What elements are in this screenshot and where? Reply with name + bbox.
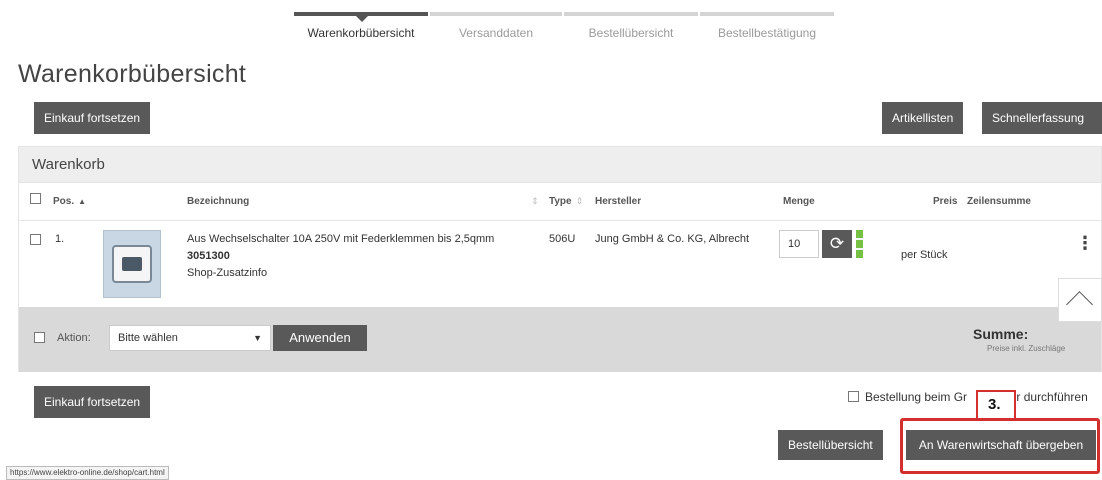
sum-note: Preise inkl. Zuschläge (987, 344, 1066, 353)
col-line-total: Zeilensumme (967, 196, 1031, 207)
order-checkbox[interactable] (848, 391, 859, 402)
action-select[interactable]: Bitte wählen ▼ (109, 325, 271, 351)
action-select-value: Bitte wählen (118, 332, 178, 344)
refresh-icon[interactable]: ⟳ (822, 230, 852, 258)
row-pos: 1. (55, 233, 65, 245)
more-icon[interactable]: ⋮ (1076, 234, 1094, 252)
step-label: Bestellübersicht (588, 26, 674, 40)
highlight-frame (900, 418, 1100, 474)
product-image[interactable] (103, 230, 161, 298)
col-quantity: Menge (783, 196, 815, 207)
step-label: Bestellbestätigung (717, 26, 817, 40)
select-all-checkbox[interactable] (30, 193, 41, 204)
product-type: 506U (549, 233, 576, 245)
order-checkbox-row: Bestellung beim Gr ler durchführen (848, 390, 1088, 404)
cart-title: Warenkorb (19, 147, 1101, 183)
step-shipping[interactable]: Versanddaten (430, 12, 562, 46)
apply-button[interactable]: Anwenden (273, 325, 367, 351)
product-designation[interactable]: Aus Wechselschalter 10A 250V mit Federkl… (187, 233, 494, 245)
sum-label: Summe: (973, 326, 1029, 342)
chevron-down-icon: ▼ (253, 333, 262, 343)
action-label: Aktion: (57, 332, 91, 344)
step-cart-overview[interactable]: Warenkorbübersicht (294, 12, 428, 46)
quick-entry-button[interactable]: Schnellerfassung (982, 102, 1102, 134)
col-manufacturer[interactable]: Hersteller (595, 196, 641, 207)
action-checkbox[interactable] (34, 332, 45, 343)
table-row: 1. Aus Wechselschalter 10A 250V mit Fede… (19, 222, 1101, 307)
step-order-overview[interactable]: Bestellübersicht (564, 12, 698, 46)
scroll-top-button[interactable] (1058, 278, 1102, 322)
cart-panel: Warenkorb Pos. ▲ Bezeichnung ⇕ Type ⇕ Hers… (18, 146, 1102, 372)
sort-icon[interactable]: ⇕ (531, 196, 539, 207)
order-checkbox-label-tail: ler durchführen (1007, 390, 1088, 404)
article-lists-button[interactable]: Artikellisten (882, 102, 964, 134)
action-bar: Aktion: Bitte wählen ▼ Anwenden Summe: Pr… (19, 307, 1101, 372)
quantity-input[interactable]: 10 (779, 230, 819, 258)
order-overview-button[interactable]: Bestellübersicht (778, 430, 883, 460)
col-price: Preis (933, 196, 958, 207)
product-manufacturer: Jung GmbH & Co. KG, Albrecht (595, 233, 750, 245)
order-checkbox-label: Bestellung beim Gr (865, 390, 968, 404)
col-type[interactable]: Type ⇕ (549, 196, 583, 207)
extra-info: Shop-Zusatzinfo (187, 267, 268, 279)
continue-shopping-button[interactable]: Einkauf fortsetzen (34, 102, 151, 134)
article-number: 3051300 (187, 250, 230, 262)
availability-indicator (856, 230, 863, 258)
continue-shopping-button-bottom[interactable]: Einkauf fortsetzen (34, 386, 151, 418)
step-label: Warenkorbübersicht (307, 26, 415, 40)
table-header: Pos. ▲ Bezeichnung ⇕ Type ⇕ Hersteller Men… (19, 183, 1101, 221)
step-callout: 3. (976, 390, 1016, 420)
checkout-steps: Warenkorbübersicht Versanddaten Bestellü… (294, 12, 836, 46)
col-pos[interactable]: Pos. ▲ (53, 196, 86, 207)
page-title: Warenkorbübersicht (18, 60, 247, 88)
step-label: Versanddaten (458, 26, 534, 40)
row-checkbox[interactable] (30, 234, 41, 245)
step-confirmation[interactable]: Bestellbestätigung (700, 12, 834, 46)
status-url: https://www.elektro-online.de/shop/cart.… (6, 466, 169, 480)
price-unit: per Stück (901, 249, 948, 261)
col-designation[interactable]: Bezeichnung (187, 196, 249, 207)
